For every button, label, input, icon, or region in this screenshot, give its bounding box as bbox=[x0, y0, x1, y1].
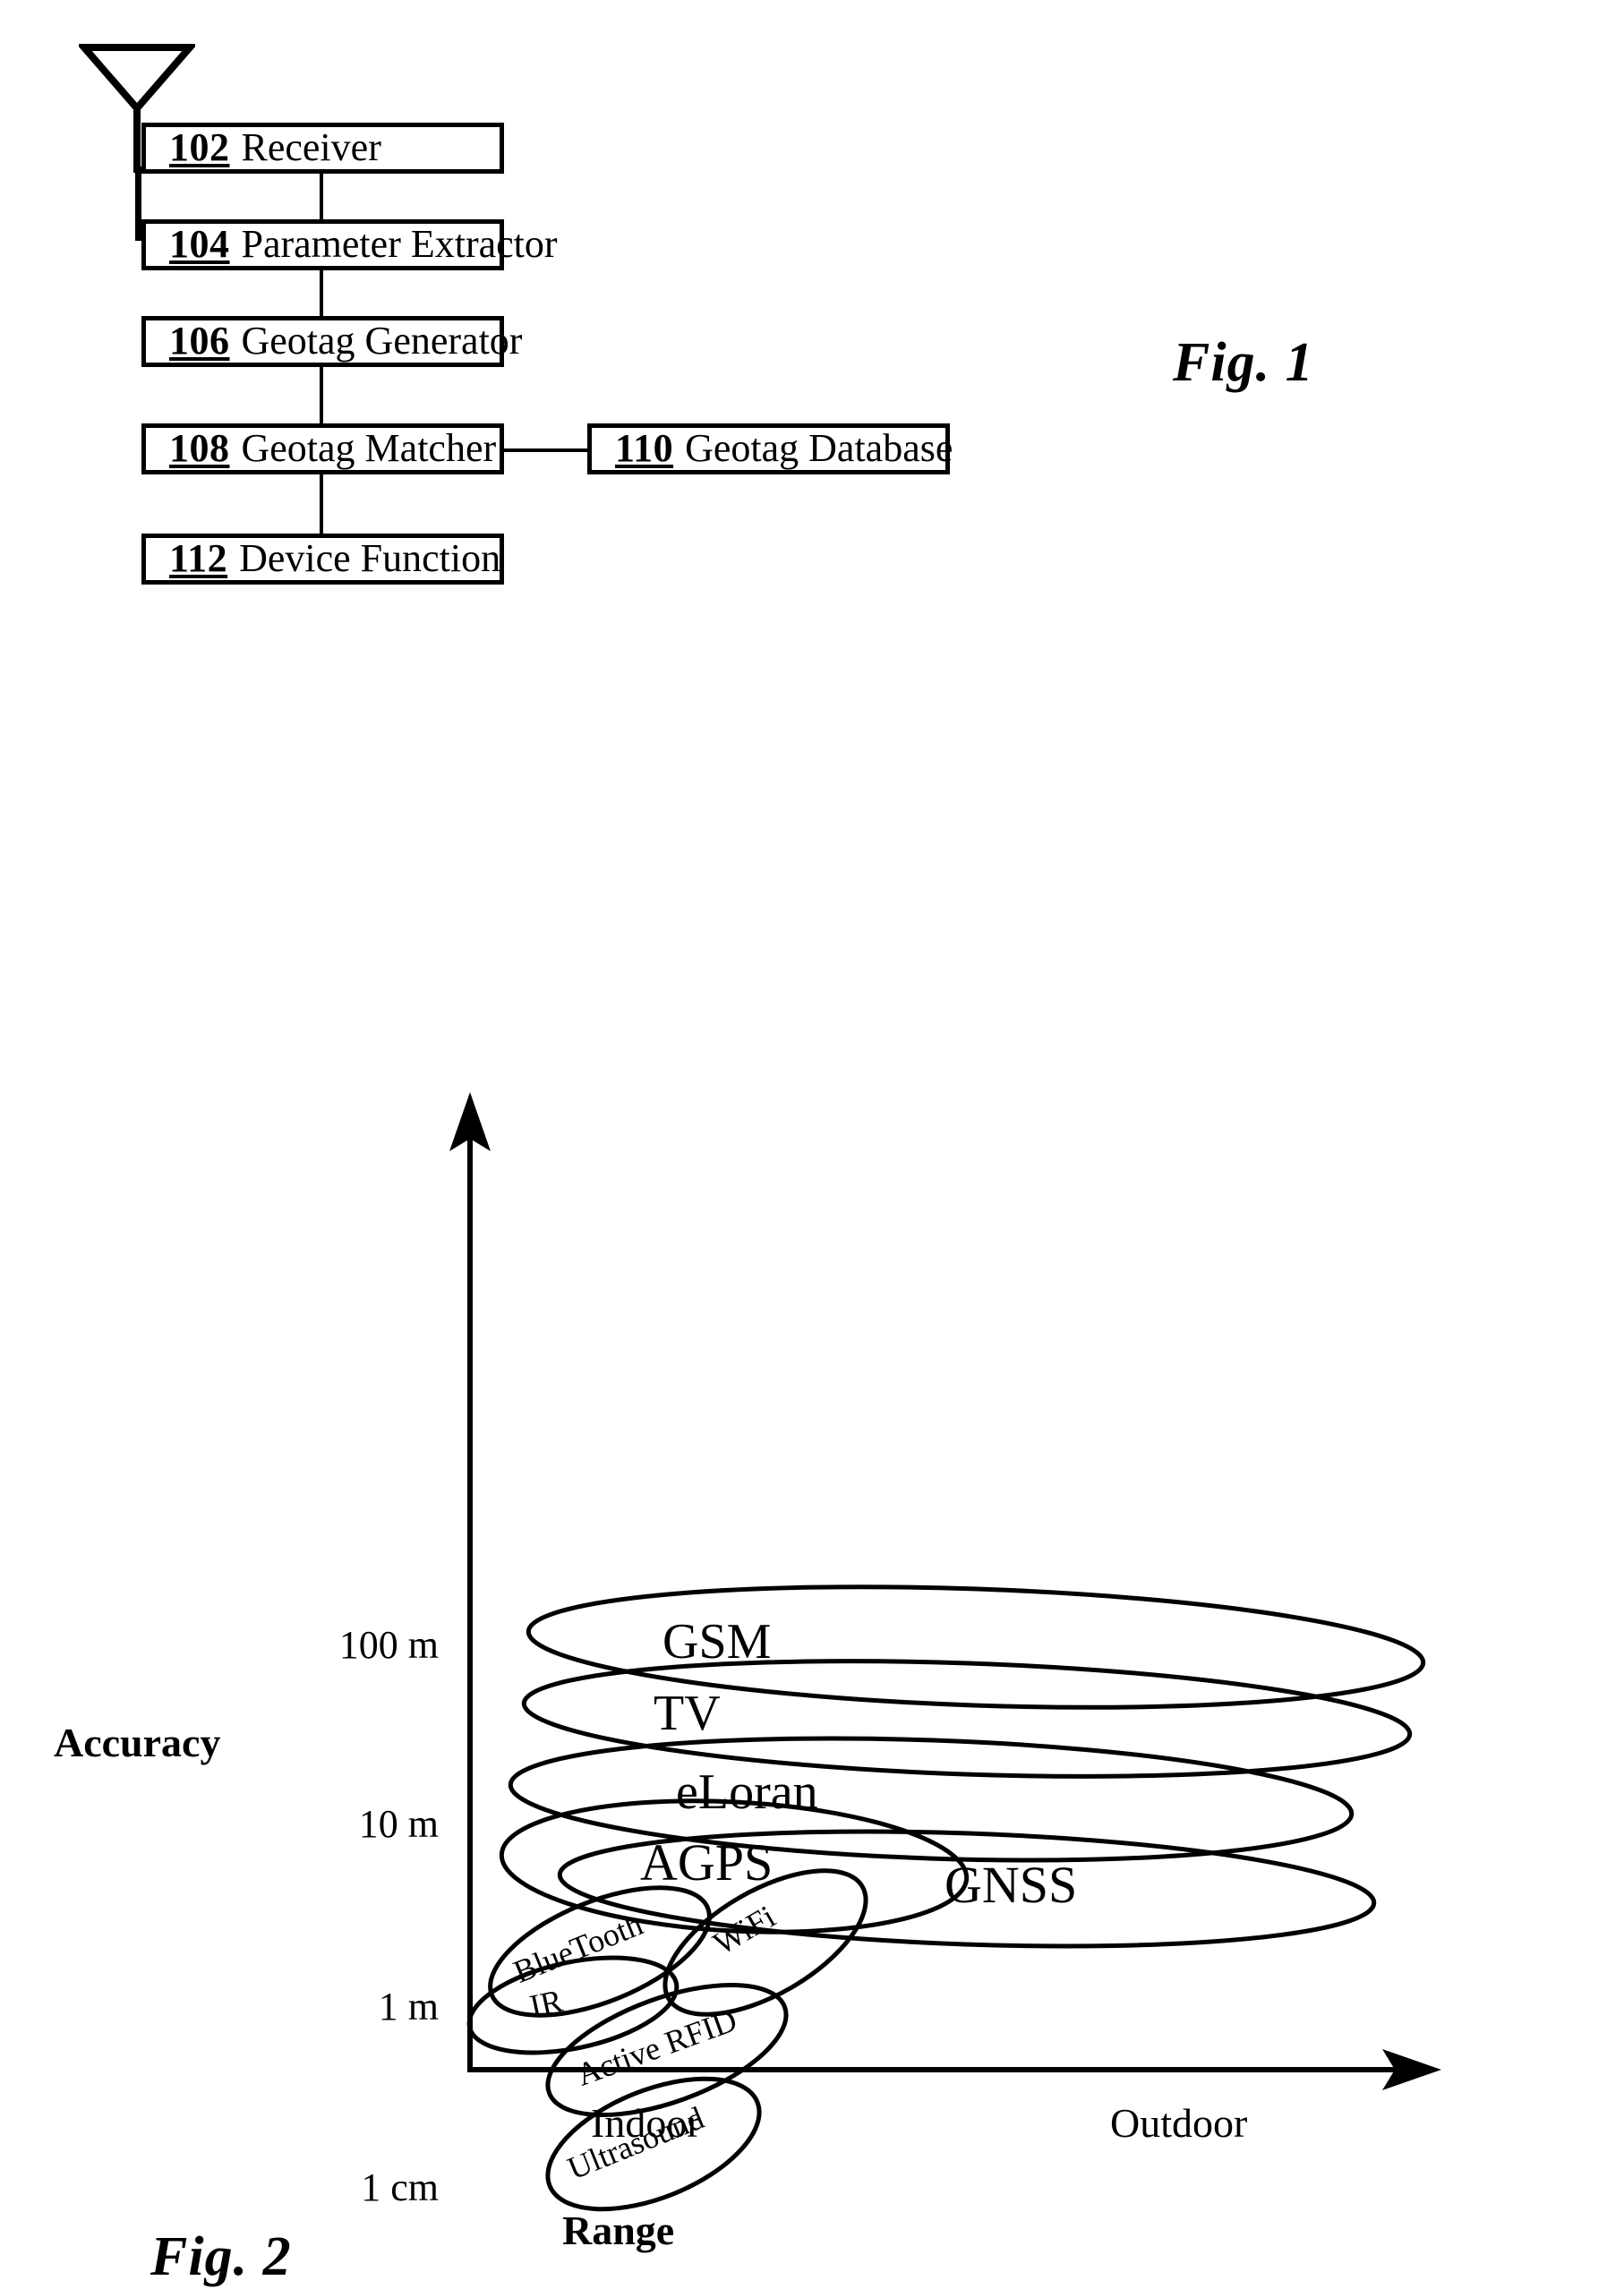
y-tick-1m: 1 m bbox=[378, 1985, 439, 2028]
block-102-number: 102 bbox=[169, 125, 230, 170]
block-110-geotag-database: 110 Geotag Database bbox=[587, 423, 953, 474]
bubble-label-gnss: GNSS bbox=[944, 1856, 1078, 1914]
block-108-number: 108 bbox=[169, 426, 230, 471]
y-axis bbox=[449, 1092, 491, 2070]
figure-1: 102 Receiver 104 Parameter Extractor 106… bbox=[0, 0, 1624, 1003]
block-104-label: Parameter Extractor bbox=[241, 222, 558, 267]
antenna-feed-vertical bbox=[135, 167, 141, 240]
block-102-label: Receiver bbox=[241, 125, 381, 170]
bubble-label-gsm: GSM bbox=[662, 1614, 772, 1670]
block-106-label: Geotag Generator bbox=[241, 319, 523, 363]
figure-2-caption: Fig. 2 bbox=[150, 2226, 292, 2287]
block-106-number: 106 bbox=[169, 319, 230, 363]
block-104-parameter-extractor: 104 Parameter Extractor bbox=[141, 219, 558, 270]
block-112-device-function: 112 Device Function bbox=[141, 534, 504, 585]
block-108-geotag-matcher: 108 Geotag Matcher bbox=[141, 423, 504, 474]
block-110-label: Geotag Database bbox=[685, 426, 953, 471]
bubble-label-eloran: eLoran bbox=[676, 1764, 818, 1820]
block-106-geotag-generator: 106 Geotag Generator bbox=[141, 316, 522, 367]
block-108-label: Geotag Matcher bbox=[241, 426, 497, 471]
figure-2: 100 m 10 m 1 m 1 cm Accuracy Range Indoo… bbox=[0, 1056, 1624, 2287]
y-axis-title: Accuracy bbox=[54, 1720, 221, 1765]
block-102-receiver: 102 Receiver bbox=[141, 123, 504, 174]
block-112-number: 112 bbox=[169, 536, 228, 581]
bubble-label-agps: AGPS bbox=[640, 1833, 774, 1892]
block-104-number: 104 bbox=[169, 222, 230, 267]
y-tick-100m: 100 m bbox=[338, 1623, 439, 1667]
figure-1-caption: Fig. 1 bbox=[1173, 332, 1314, 393]
connector-108-110 bbox=[501, 448, 591, 452]
x-axis-title: Range bbox=[562, 2208, 675, 2253]
y-tick-10m: 10 m bbox=[358, 1802, 439, 1846]
block-110-number: 110 bbox=[615, 426, 674, 471]
bubble-eloran bbox=[508, 1736, 1355, 1863]
bubble-label-tv: TV bbox=[654, 1686, 721, 1741]
block-112-label: Device Function bbox=[239, 536, 501, 581]
y-tick-1cm: 1 cm bbox=[361, 2165, 439, 2209]
x-category-outdoor: Outdoor bbox=[1110, 2100, 1248, 2146]
